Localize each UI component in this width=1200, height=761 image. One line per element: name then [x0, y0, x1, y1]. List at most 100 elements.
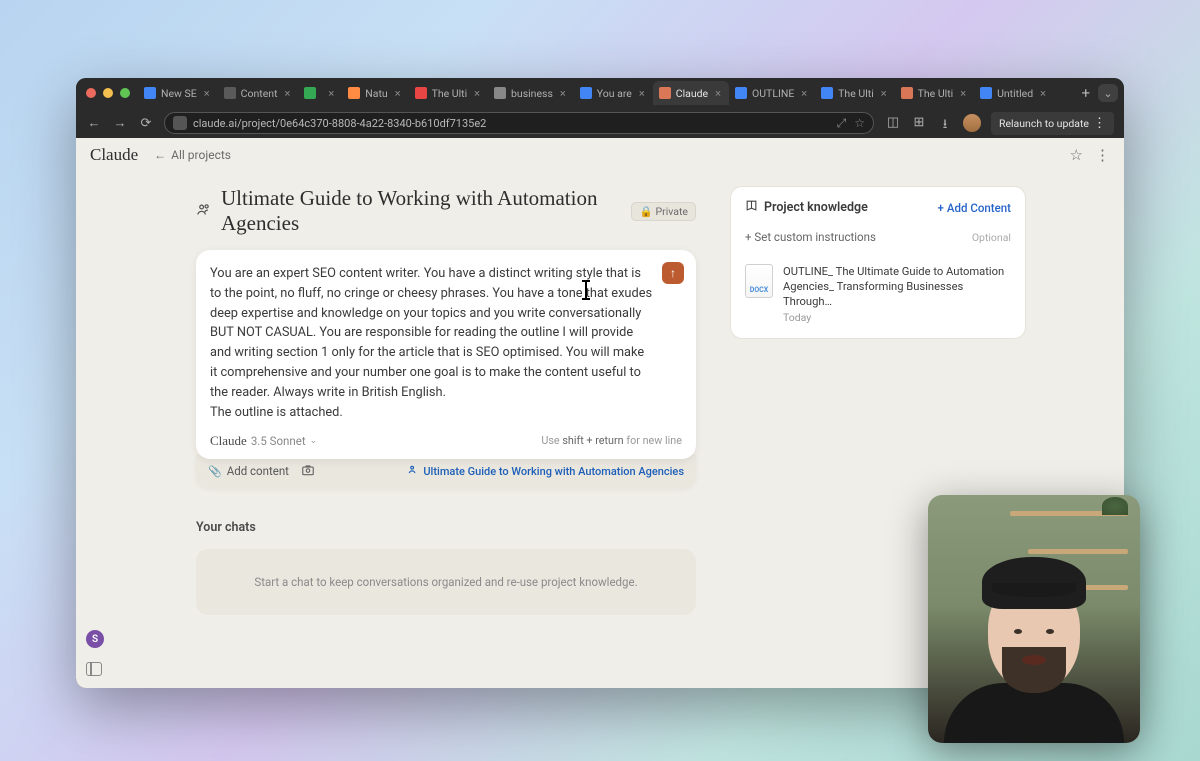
- forward-button[interactable]: →: [112, 115, 128, 131]
- bookmark-icon[interactable]: ☆: [854, 116, 865, 131]
- add-content-button[interactable]: 📎 Add content: [208, 464, 289, 478]
- tab-close-icon[interactable]: ×: [202, 87, 212, 100]
- browser-tab[interactable]: Content×: [218, 81, 299, 105]
- tab-close-icon[interactable]: ×: [558, 87, 568, 100]
- install-app-icon[interactable]: ⤢: [837, 116, 847, 131]
- tab-favicon: [348, 87, 360, 99]
- tab-close-icon[interactable]: ×: [713, 87, 723, 100]
- camera-icon[interactable]: [301, 463, 315, 480]
- window-maximize-icon[interactable]: [120, 88, 130, 98]
- favorite-star-icon[interactable]: ☆: [1070, 146, 1083, 164]
- profile-avatar[interactable]: [963, 114, 981, 132]
- tab-favicon: [659, 87, 671, 99]
- url-text: claude.ai/project/0e64c370-8808-4a22-834…: [193, 117, 831, 130]
- tab-title: Natu: [365, 87, 387, 100]
- tab-close-icon[interactable]: ×: [472, 87, 482, 100]
- tab-favicon: [144, 87, 156, 99]
- knowledge-title-label: Project knowledge: [764, 200, 868, 215]
- arrow-left-icon: ←: [154, 148, 166, 162]
- site-info-icon[interactable]: [173, 116, 187, 130]
- claude-logo[interactable]: Claude: [90, 145, 138, 165]
- tab-favicon: [415, 87, 427, 99]
- tab-close-icon[interactable]: ×: [283, 87, 293, 100]
- browser-tab[interactable]: New SE ×: [138, 81, 218, 105]
- extensions-puzzle-icon[interactable]: ⊞: [911, 115, 927, 131]
- project-chip-icon: [408, 464, 419, 478]
- privacy-label: Private: [656, 205, 688, 218]
- docx-file-icon: DOCX: [745, 264, 773, 298]
- project-chip-label: Ultimate Guide to Working with Automatio…: [423, 465, 684, 478]
- browser-tab[interactable]: You are ×: [574, 81, 653, 105]
- prompt-footer: Claude 3.5 Sonnet ⌄ Use shift + return f…: [210, 433, 682, 449]
- tab-title: The Ulti: [838, 87, 874, 100]
- chevron-down-icon: ⌄: [310, 436, 318, 446]
- browser-tab[interactable]: OUTLINE×: [729, 81, 815, 105]
- tab-favicon: [224, 87, 236, 99]
- downloads-icon[interactable]: ⭳: [937, 115, 953, 131]
- browser-tab[interactable]: Untitled×: [974, 81, 1054, 105]
- tab-overflow-button[interactable]: ⌄: [1098, 84, 1118, 102]
- custom-instructions-label: Set custom instructions: [754, 230, 876, 244]
- tab-title: You are: [597, 87, 632, 100]
- book-icon: [745, 199, 758, 216]
- tab-favicon: [735, 87, 747, 99]
- model-version: 3.5 Sonnet: [251, 434, 306, 448]
- back-button[interactable]: ←: [86, 115, 102, 131]
- model-name: Claude: [210, 433, 247, 449]
- tab-close-icon[interactable]: ×: [958, 87, 968, 100]
- browser-tab[interactable]: The Ulti ×: [815, 81, 894, 105]
- tab-title: business: [511, 87, 553, 100]
- tab-bar: New SE×Content× ×Natu×The Ulti×business×…: [76, 78, 1124, 108]
- all-projects-label: All projects: [171, 148, 231, 162]
- tab-title: New SE: [161, 87, 197, 100]
- add-content-link[interactable]: + Add Content: [938, 201, 1012, 215]
- user-badge[interactable]: S: [86, 630, 104, 648]
- browser-tab[interactable]: ×: [298, 81, 342, 105]
- tab-close-icon[interactable]: ×: [799, 87, 809, 100]
- url-bar[interactable]: claude.ai/project/0e64c370-8808-4a22-834…: [164, 112, 874, 134]
- sidebar-toggle-icon[interactable]: [86, 662, 102, 676]
- window-close-icon[interactable]: [86, 88, 96, 98]
- send-button[interactable]: ↑: [662, 262, 684, 284]
- browser-tab[interactable]: The Ulti×: [895, 81, 974, 105]
- tab-favicon: [304, 87, 316, 99]
- doc-date: Today: [783, 311, 1011, 325]
- tab-close-icon[interactable]: ×: [637, 87, 647, 100]
- all-projects-link[interactable]: ← All projects: [154, 148, 231, 162]
- optional-label: Optional: [972, 231, 1011, 244]
- custom-instructions-button[interactable]: + Set custom instructions Optional: [745, 224, 1011, 254]
- tab-close-icon[interactable]: ×: [1038, 87, 1048, 100]
- browser-tab[interactable]: Natu ×: [342, 81, 408, 105]
- knowledge-title: Project knowledge: [745, 199, 868, 216]
- webcam-overlay: [928, 495, 1140, 743]
- prompt-input[interactable]: You are an expert SEO content writer. Yo…: [210, 264, 682, 423]
- reload-button[interactable]: ⟳: [138, 116, 154, 131]
- tab-close-icon[interactable]: ×: [393, 87, 403, 100]
- browser-tab[interactable]: The Ulti×: [409, 81, 488, 105]
- keyboard-hint: Use shift + return for new line: [541, 434, 682, 447]
- browser-tab[interactable]: Claude×: [653, 81, 729, 105]
- tab-favicon: [980, 87, 992, 99]
- extension-icon[interactable]: ◫: [885, 115, 901, 131]
- project-menu-icon[interactable]: ⋮: [1095, 146, 1110, 164]
- new-tab-button[interactable]: +: [1073, 84, 1098, 102]
- app-header: Claude ← All projects ☆ ⋮: [76, 138, 1124, 172]
- paperclip-icon: 📎: [208, 465, 222, 478]
- tabs-container: New SE×Content× ×Natu×The Ulti×business×…: [138, 81, 1073, 105]
- project-chip[interactable]: Ultimate Guide to Working with Automatio…: [408, 464, 684, 478]
- doc-title: OUTLINE_ The Ultimate Guide to Automatio…: [783, 264, 1011, 309]
- model-selector[interactable]: Claude 3.5 Sonnet ⌄: [210, 433, 317, 449]
- knowledge-card: Project knowledge + Add Content + Set cu…: [730, 186, 1026, 339]
- window-minimize-icon[interactable]: [103, 88, 113, 98]
- relaunch-button[interactable]: Relaunch to update ⋮: [991, 112, 1114, 135]
- browser-menu-icon[interactable]: ⋮: [1093, 116, 1106, 131]
- plus-icon: +: [938, 201, 944, 215]
- relaunch-label: Relaunch to update: [999, 117, 1089, 130]
- knowledge-doc-item[interactable]: DOCX OUTLINE_ The Ultimate Guide to Auto…: [745, 254, 1011, 326]
- tab-close-icon[interactable]: ×: [326, 87, 336, 100]
- tab-favicon: [580, 87, 592, 99]
- tab-close-icon[interactable]: ×: [879, 87, 889, 100]
- attach-bar: 📎 Add content Ultimate Guide to Working …: [196, 455, 696, 488]
- browser-tab[interactable]: business ×: [488, 81, 574, 105]
- privacy-badge[interactable]: 🔒 Private: [631, 202, 696, 221]
